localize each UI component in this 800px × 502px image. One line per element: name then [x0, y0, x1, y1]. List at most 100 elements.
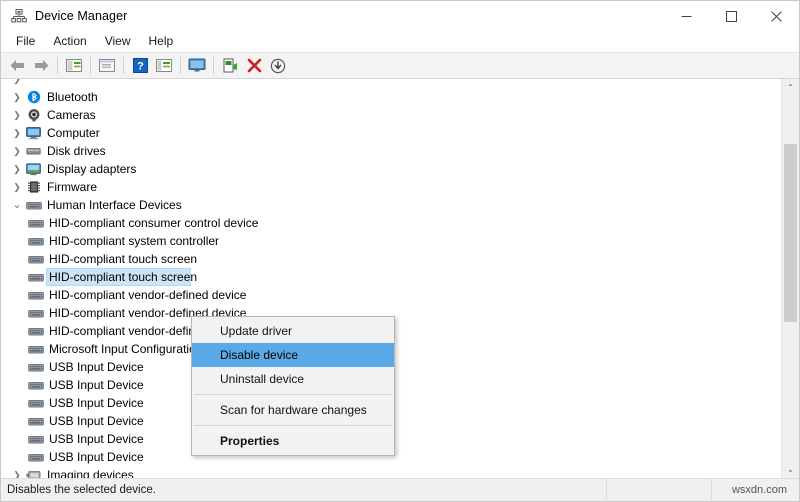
- hid-device-icon: [27, 449, 44, 465]
- help-button[interactable]: ?: [128, 54, 152, 77]
- chevron-right-icon[interactable]: ❯: [9, 178, 25, 196]
- tree-row-label: USB Input Device: [49, 450, 144, 464]
- tree-row-label: USB Input Device: [49, 396, 144, 410]
- tree-row-label: HID-compliant consumer control device: [49, 216, 259, 230]
- context-menu-item-update-driver[interactable]: Update driver: [192, 319, 394, 343]
- scrollbar-thumb[interactable]: [784, 144, 797, 322]
- hid-device-icon: [27, 233, 44, 249]
- tree-row-label: HID-compliant system controller: [49, 234, 220, 248]
- minimize-button[interactable]: [664, 1, 709, 31]
- console-tree-icon: [66, 59, 82, 72]
- chevron-right-icon[interactable]: ❯: [9, 124, 25, 142]
- firmware-icon: [25, 179, 42, 195]
- device-tree-pane[interactable]: ❯ ❯ Bluetooth ❯: [1, 79, 781, 478]
- red-x-icon: [247, 58, 261, 73]
- properties-button[interactable]: [95, 54, 119, 77]
- view-panel-icon: [156, 59, 172, 72]
- menu-action[interactable]: Action: [44, 32, 95, 51]
- tree-row-label: USB Input Device: [49, 432, 144, 446]
- tree-row-label: Imaging devices: [47, 468, 134, 478]
- tree-row-imaging-devices[interactable]: ❯ Imaging devices: [1, 466, 781, 478]
- tree-row-display-adapters[interactable]: ❯ Display adapters: [1, 160, 781, 178]
- tree-row-label: Cameras: [47, 108, 96, 122]
- menu-help[interactable]: Help: [140, 32, 183, 51]
- properties-window-icon: [99, 59, 115, 72]
- partial-row-icon: [25, 79, 42, 87]
- toolbar-separator-5: [213, 57, 214, 74]
- context-menu-separator-2: [194, 425, 392, 426]
- tree-row-computer[interactable]: ❯ Computer: [1, 124, 781, 142]
- disable-device-button[interactable]: [242, 54, 266, 77]
- tree-row-firmware[interactable]: ❯ Firmware: [1, 178, 781, 196]
- hid-device-icon: [27, 287, 44, 303]
- tree-row-hid-consumer-control[interactable]: HID-compliant consumer control device: [1, 214, 781, 232]
- hid-device-icon: [27, 323, 44, 339]
- download-arrow-icon: [270, 58, 286, 73]
- toolbar-separator-4: [180, 57, 181, 74]
- update-driver-icon: [223, 58, 237, 73]
- scan-hardware-changes-button[interactable]: [185, 54, 209, 77]
- chevron-right-icon[interactable]: ❯: [9, 79, 25, 88]
- maximize-icon: [726, 10, 737, 22]
- tree-row-hid-vendor-defined-1[interactable]: HID-compliant vendor-defined device: [1, 286, 781, 304]
- show-hide-console-tree-button[interactable]: [62, 54, 86, 77]
- update-driver-button[interactable]: [218, 54, 242, 77]
- hid-device-icon: [27, 413, 44, 429]
- minimize-icon: [681, 15, 692, 17]
- tree-row-cameras[interactable]: ❯ Cameras: [1, 106, 781, 124]
- hid-device-icon: [27, 395, 44, 411]
- status-separator-1: [606, 479, 607, 500]
- menu-view[interactable]: View: [96, 32, 140, 51]
- chevron-right-icon[interactable]: ❯: [9, 142, 25, 160]
- chevron-right-icon[interactable]: ❯: [9, 106, 25, 124]
- scroll-down-button[interactable]: ⌄: [782, 461, 799, 478]
- tree-row-disk-drives[interactable]: ❯ Disk drives: [1, 142, 781, 160]
- hid-device-icon: [27, 341, 44, 357]
- close-button[interactable]: [754, 1, 799, 31]
- tree-row-hid-system-controller[interactable]: HID-compliant system controller: [1, 232, 781, 250]
- watermark: wsxdn.com: [731, 484, 787, 496]
- tree-row-bluetooth[interactable]: ❯ Bluetooth: [1, 88, 781, 106]
- chevron-right-icon[interactable]: ❯: [9, 160, 25, 178]
- title-bar: Device Manager: [1, 1, 799, 31]
- title-bar-left: Device Manager: [1, 8, 127, 24]
- hid-device-icon: [27, 377, 44, 393]
- context-menu-item-disable-device[interactable]: Disable device: [192, 343, 394, 367]
- uninstall-device-button[interactable]: [266, 54, 290, 77]
- chevron-right-icon[interactable]: ❯: [9, 466, 25, 478]
- tree-row-label: Display adapters: [47, 162, 137, 176]
- tree-row-label: Disk drives: [47, 144, 106, 158]
- tree-row-partial[interactable]: ❯: [1, 79, 781, 88]
- tree-row-label: USB Input Device: [49, 360, 144, 374]
- maximize-button[interactable]: [709, 1, 754, 31]
- scrollbar-track[interactable]: [782, 96, 799, 461]
- camera-icon: [25, 107, 42, 123]
- context-menu-item-properties[interactable]: Properties: [192, 429, 394, 453]
- context-menu-item-scan-for-hardware-changes[interactable]: Scan for hardware changes: [192, 398, 394, 422]
- tree-row-hid-touch-screen-selected[interactable]: HID-compliant touch screen: [1, 268, 781, 286]
- context-menu-separator-1: [194, 394, 392, 395]
- forward-button[interactable]: [29, 54, 53, 77]
- tree-row-label: HID-compliant vendor-defined device: [49, 288, 247, 302]
- tree-row-label: Human Interface Devices: [47, 198, 182, 212]
- chevron-right-icon[interactable]: ❯: [9, 88, 25, 106]
- device-manager-window: Device Manager File Action View Help ? ❯…: [0, 0, 800, 502]
- tree-row-hid-touch-screen-1[interactable]: HID-compliant touch screen: [1, 250, 781, 268]
- imaging-device-icon: [25, 467, 42, 478]
- hid-device-icon: [27, 269, 44, 285]
- toolbar-separator-3: [123, 57, 124, 74]
- tree-row-label: HID-compliant touch screen: [49, 270, 198, 284]
- scroll-up-button[interactable]: ⌃: [782, 79, 799, 96]
- menu-bar: File Action View Help: [1, 31, 799, 52]
- disk-drive-icon: [25, 143, 42, 159]
- context-menu: Update driver Disable device Uninstall d…: [191, 316, 395, 456]
- menu-file[interactable]: File: [7, 32, 44, 51]
- status-message: Disables the selected device.: [7, 484, 156, 496]
- vertical-scrollbar[interactable]: ⌃ ⌄: [781, 79, 799, 478]
- back-button[interactable]: [5, 54, 29, 77]
- hid-device-icon: [27, 251, 44, 267]
- context-menu-item-uninstall-device[interactable]: Uninstall device: [192, 367, 394, 391]
- tree-row-human-interface-devices[interactable]: ⌄ Human Interface Devices: [1, 196, 781, 214]
- view-button[interactable]: [152, 54, 176, 77]
- chevron-down-icon[interactable]: ⌄: [9, 196, 25, 214]
